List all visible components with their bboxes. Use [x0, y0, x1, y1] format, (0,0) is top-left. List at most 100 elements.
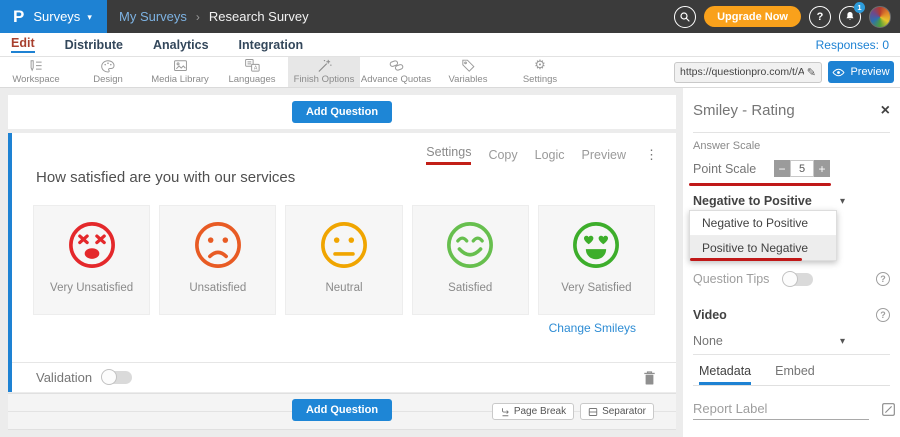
smiley-option-unsatisfied[interactable]: Unsatisfied	[159, 205, 276, 315]
toolbar-design[interactable]: Design	[72, 57, 144, 87]
toolbar-right: ✎ Preview	[674, 57, 900, 87]
tab-analytics[interactable]: Analytics	[153, 38, 209, 52]
tab-edit[interactable]: Edit	[11, 36, 35, 53]
top-bar: P Surveys ▾ My Surveys › Research Survey…	[0, 0, 900, 33]
scale-direction-select[interactable]: Negative to Positive ▾	[693, 194, 845, 208]
question-tab-copy[interactable]: Copy	[488, 148, 517, 162]
kebab-menu-icon[interactable]: ⋮	[645, 147, 658, 163]
decrease-scale-button[interactable]: −	[774, 160, 790, 177]
option-positive-to-negative[interactable]: Positive to Negative	[690, 236, 836, 260]
toolbar-label: Settings	[523, 74, 557, 85]
survey-url-field[interactable]: ✎	[674, 62, 822, 83]
chevron-down-icon: ▾	[840, 196, 845, 207]
report-label-input[interactable]	[693, 398, 869, 420]
separator-button[interactable]: Separator	[580, 403, 654, 420]
notifications-button[interactable]: 1	[839, 6, 861, 28]
smiley-option-very-satisfied[interactable]: Very Satisfied	[538, 205, 655, 315]
smiley-option-very-unsatisfied[interactable]: Very Unsatisfied	[33, 205, 150, 315]
very-unsatisfied-smiley-icon	[66, 219, 118, 271]
toolbar-variables[interactable]: Variables	[432, 57, 504, 87]
smiley-label: Very Satisfied	[561, 282, 631, 294]
separator-label: Separator	[602, 406, 646, 417]
product-menu[interactable]: P Surveys ▾	[0, 0, 107, 33]
validation-row: Validation	[12, 362, 676, 392]
breadcrumb-my-surveys[interactable]: My Surveys	[119, 9, 187, 24]
add-question-button-bottom[interactable]: Add Question	[292, 399, 392, 421]
question-tab-preview[interactable]: Preview	[582, 148, 626, 162]
notification-badge: 1	[854, 2, 865, 13]
search-icon	[679, 11, 691, 23]
video-help-icon[interactable]: ?	[876, 308, 890, 322]
option-negative-to-positive[interactable]: Negative to Positive	[690, 211, 836, 236]
smiley-option-neutral[interactable]: Neutral	[285, 205, 402, 315]
question-tips-label: Question Tips	[693, 272, 769, 286]
question-tab-settings[interactable]: Settings	[426, 145, 471, 165]
validation-toggle[interactable]	[102, 371, 132, 384]
page-break-button[interactable]: Page Break	[492, 403, 574, 420]
edit-box-icon	[881, 402, 896, 417]
product-menu-label: Surveys	[33, 9, 80, 24]
toggle-knob	[782, 271, 798, 287]
help-button[interactable]: ?	[809, 6, 831, 28]
top-bar-actions: Upgrade Now ? 1	[674, 6, 900, 28]
page-break-icon	[500, 407, 510, 417]
point-scale-label: Point Scale	[693, 162, 756, 176]
preview-button[interactable]: Preview	[828, 61, 894, 83]
svg-text:A: A	[254, 66, 258, 72]
editor-toolbar: Workspace Design Media Library A Languag…	[0, 57, 900, 88]
survey-url-input[interactable]	[680, 66, 804, 78]
page-break-label: Page Break	[514, 406, 566, 417]
survey-nav: Edit Distribute Analytics Integration Re…	[0, 33, 900, 57]
report-label-row	[693, 398, 890, 420]
separator-icon	[588, 407, 598, 417]
toolbar-workspace[interactable]: Workspace	[0, 57, 72, 87]
toolbar-media-library[interactable]: Media Library	[144, 57, 216, 87]
tab-integration[interactable]: Integration	[239, 38, 304, 52]
panel-title: Smiley - Rating	[693, 102, 795, 119]
question-tab-logic[interactable]: Logic	[535, 148, 565, 162]
question-tips-toggle[interactable]	[783, 273, 813, 286]
add-question-button-top[interactable]: Add Question	[292, 101, 392, 123]
toolbar-label: Languages	[228, 74, 275, 85]
toolbar-label: Finish Options	[294, 74, 355, 85]
tab-distribute[interactable]: Distribute	[65, 38, 123, 52]
add-question-zone-top: Add Question	[8, 95, 676, 129]
preview-label: Preview	[850, 66, 889, 78]
search-button[interactable]	[674, 6, 696, 28]
question-tips-row: Question Tips ?	[693, 272, 890, 286]
chevron-down-icon: ▾	[87, 11, 92, 23]
breadcrumb-current-survey: Research Survey	[209, 9, 309, 24]
scale-direction-value: Negative to Positive	[693, 194, 812, 208]
question-title[interactable]: How satisfied are you with our services	[36, 169, 295, 186]
answer-scale-label: Answer Scale	[693, 140, 890, 152]
increase-scale-button[interactable]: +	[814, 160, 830, 177]
add-question-zone-bottom: Add Question Page Break Separator	[8, 393, 676, 430]
expand-report-label-button[interactable]	[881, 402, 896, 417]
toolbar-finish-options[interactable]: Finish Options	[288, 57, 360, 87]
video-select-value: None	[693, 334, 723, 348]
neutral-smiley-icon	[318, 219, 370, 271]
gear-icon: ⚙	[534, 59, 546, 73]
toolbar-languages[interactable]: A Languages	[216, 57, 288, 87]
close-panel-button[interactable]: ×	[881, 103, 890, 119]
video-select[interactable]: None ▾	[693, 334, 845, 348]
toggle-knob	[101, 369, 117, 385]
divider	[693, 354, 890, 355]
tag-icon	[460, 59, 477, 73]
smiley-option-satisfied[interactable]: Satisfied	[412, 205, 529, 315]
edit-url-pencil-icon[interactable]: ✎	[807, 66, 816, 79]
video-row: Video ?	[693, 308, 890, 322]
toolbar-advance-quotas[interactable]: Advance Quotas	[360, 57, 432, 87]
workspace-icon	[26, 59, 46, 73]
change-smileys-link[interactable]: Change Smileys	[549, 321, 636, 335]
delete-question-button[interactable]	[643, 370, 656, 386]
responses-count[interactable]: Responses: 0	[816, 38, 889, 52]
question-tips-help-icon[interactable]: ?	[876, 272, 890, 286]
tab-embed[interactable]: Embed	[775, 364, 815, 385]
palette-icon	[99, 59, 117, 73]
upgrade-now-button[interactable]: Upgrade Now	[704, 6, 801, 27]
annotation-underline-option	[690, 258, 802, 261]
user-avatar[interactable]	[869, 6, 891, 28]
toolbar-settings[interactable]: ⚙ Settings	[504, 57, 576, 87]
tab-metadata[interactable]: Metadata	[699, 364, 751, 385]
